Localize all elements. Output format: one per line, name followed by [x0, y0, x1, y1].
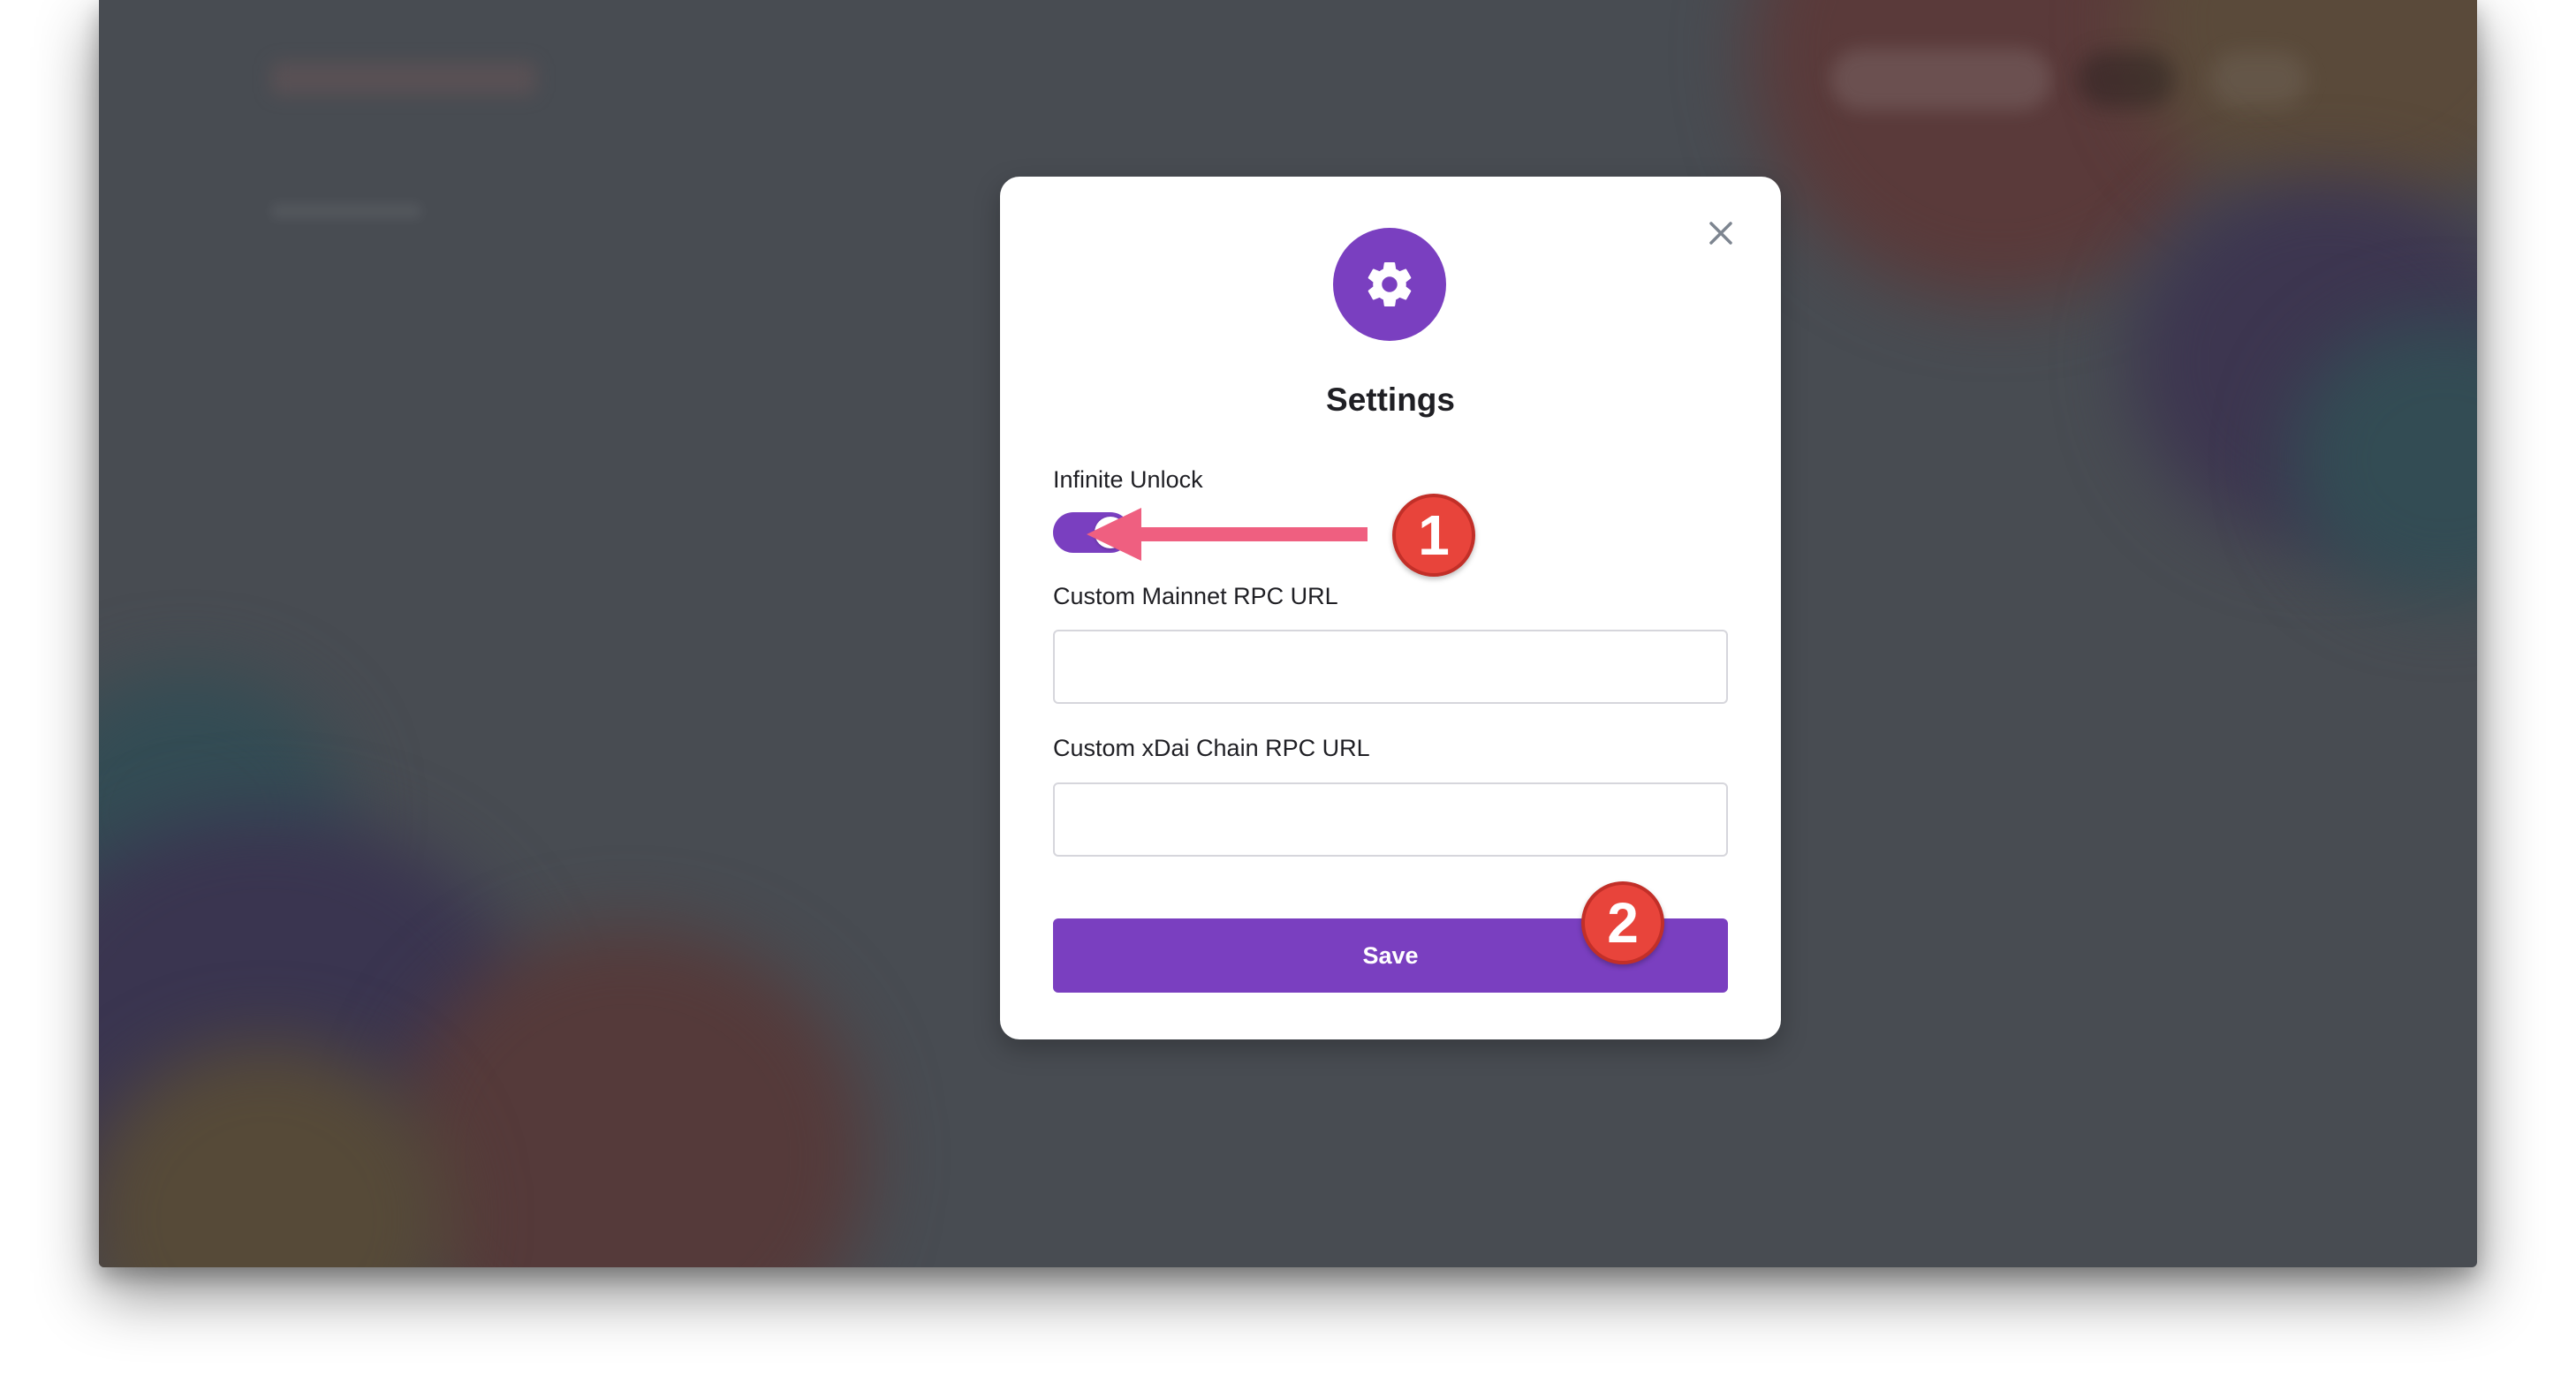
close-icon — [1709, 222, 1732, 245]
mainnet-rpc-label: Custom Mainnet RPC URL — [1053, 583, 1338, 609]
blurred-text — [271, 203, 421, 219]
app-window: Settings Infinite Unlock Custom Mainnet … — [99, 0, 2477, 1267]
step-2-badge: 2 — [1581, 881, 1664, 964]
settings-icon-badge — [1333, 228, 1446, 341]
blurred-header-button — [2078, 51, 2175, 108]
xdai-rpc-input[interactable] — [1053, 782, 1728, 857]
infinite-unlock-label: Infinite Unlock — [1053, 466, 1203, 493]
blurred-header-button — [1830, 49, 2051, 110]
blurred-app-logo — [271, 62, 536, 95]
xdai-rpc-label: Custom xDai Chain RPC URL — [1053, 735, 1370, 761]
blurred-header-button — [2210, 51, 2307, 108]
mainnet-rpc-input[interactable] — [1053, 630, 1728, 704]
close-button[interactable] — [1696, 208, 1746, 258]
annotation-arrow — [1087, 508, 1368, 561]
settings-modal: Settings Infinite Unlock Custom Mainnet … — [1000, 177, 1781, 1039]
modal-title: Settings — [1326, 382, 1455, 418]
step-1-badge: 1 — [1392, 494, 1475, 577]
gear-icon — [1368, 262, 1412, 306]
